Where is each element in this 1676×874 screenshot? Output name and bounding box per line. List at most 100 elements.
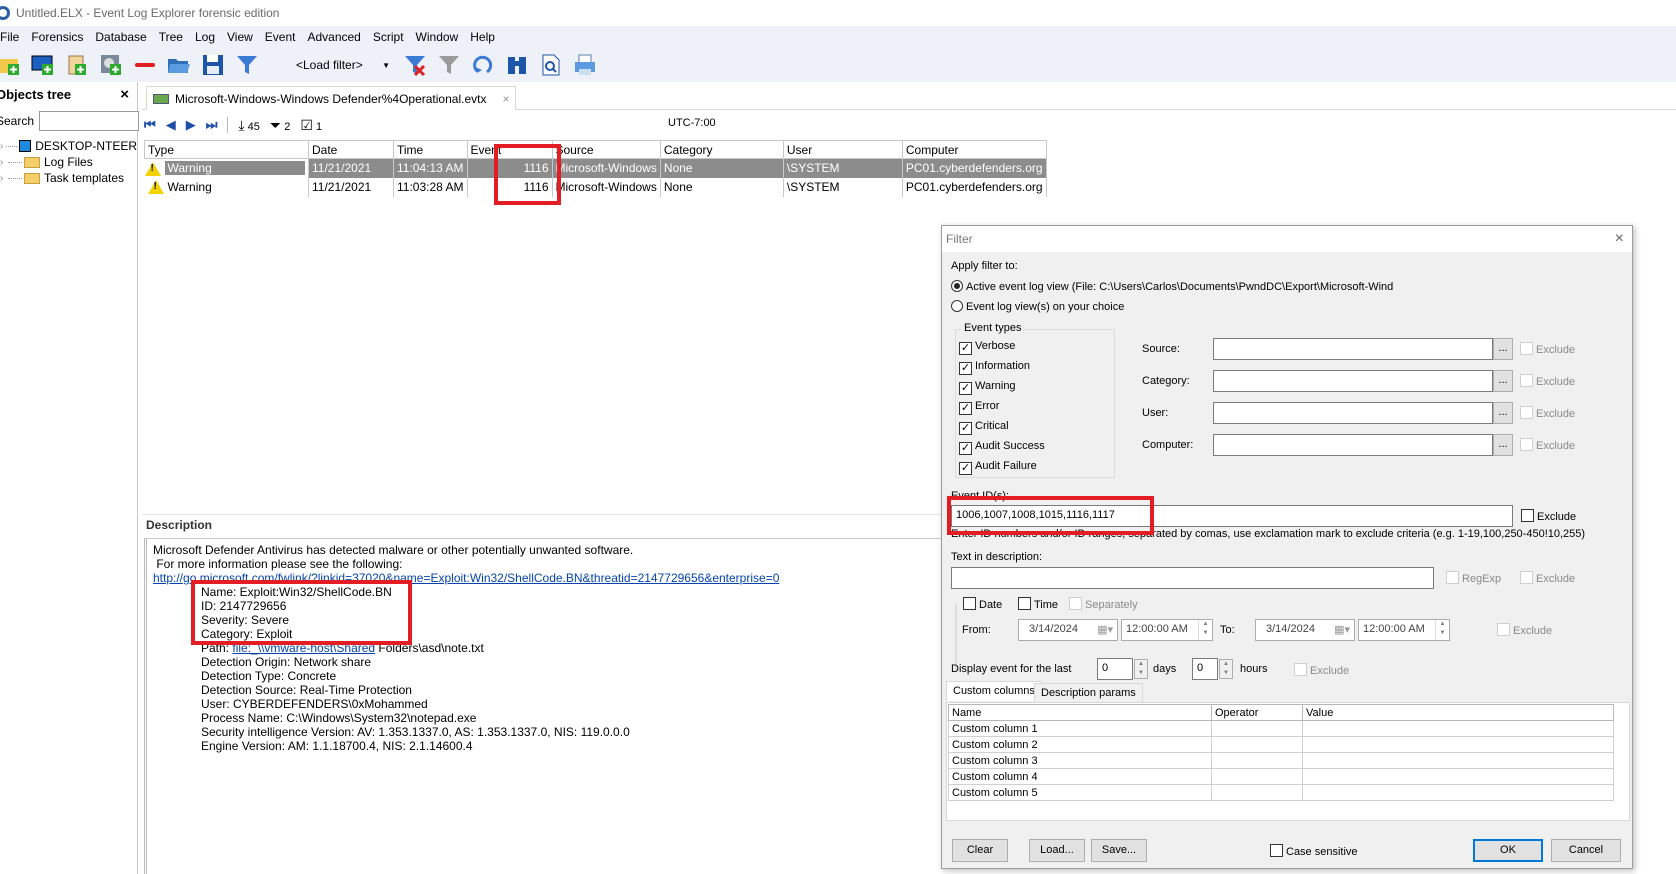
tree-search-input[interactable] xyxy=(39,111,140,131)
cancel-button[interactable]: Cancel xyxy=(1551,839,1621,862)
column-header-type[interactable]: Type xyxy=(144,140,309,159)
checkbox-audit-success[interactable]: ✓ Audit Success xyxy=(959,440,1045,455)
computer-browse-button[interactable]: ... xyxy=(1493,434,1513,456)
date-checkbox[interactable]: Date xyxy=(960,597,1006,611)
menu-window[interactable]: Window xyxy=(410,30,465,44)
save-button[interactable] xyxy=(198,51,228,79)
print-button[interactable] xyxy=(570,51,600,79)
menu-database[interactable]: Database xyxy=(89,30,152,44)
column-header-event[interactable]: Event xyxy=(466,140,553,159)
text-description-input[interactable] xyxy=(951,567,1434,589)
last-page-icon[interactable]: ⏭ xyxy=(206,117,218,133)
add-computer-button[interactable] xyxy=(28,51,58,79)
to-date-picker[interactable]: 3/14/2024 ▦▾ xyxy=(1255,619,1355,641)
source-exclude-checkbox[interactable]: Exclude xyxy=(1520,342,1575,356)
column-header-computer[interactable]: Computer xyxy=(901,140,1047,159)
ok-button[interactable]: OK xyxy=(1473,839,1543,862)
calendar-icon[interactable]: ▦▾ xyxy=(1334,623,1350,636)
checkbox-verbose[interactable]: ✓ Verbose xyxy=(959,340,1015,355)
clear-button[interactable]: Clear xyxy=(952,839,1008,862)
radio-button[interactable] xyxy=(951,300,963,312)
clear-filter-button[interactable] xyxy=(400,51,430,79)
computer-exclude-checkbox[interactable]: Exclude xyxy=(1520,438,1575,452)
table-row[interactable]: Warning 11/21/2021 11:03:28 AM 1116 Micr… xyxy=(144,177,1047,197)
column-header-time[interactable]: Time xyxy=(393,140,468,159)
filter-log-button[interactable] xyxy=(434,51,464,79)
days-input[interactable]: 0 ▲ ▼ xyxy=(1097,658,1148,680)
user-exclude-checkbox[interactable]: Exclude xyxy=(1520,406,1575,420)
refresh-button[interactable] xyxy=(468,51,498,79)
menu-event[interactable]: Event xyxy=(259,30,302,44)
tab-description-params[interactable]: Description params xyxy=(1034,683,1143,703)
first-page-icon[interactable]: ⏮ xyxy=(144,117,156,133)
case-sensitive-checkbox[interactable]: OKCase sensitive xyxy=(1270,844,1358,858)
hours-input[interactable]: 0 ▲ ▼ xyxy=(1192,658,1233,680)
radio-button[interactable] xyxy=(951,280,963,292)
load-filter-dropdown[interactable]: <Load filter> ▼ xyxy=(266,58,396,72)
user-input[interactable] xyxy=(1213,402,1493,424)
date-exclude-checkbox[interactable]: Exclude xyxy=(1497,623,1552,637)
spin-arrows-icon[interactable]: ▲ ▼ xyxy=(1134,659,1148,679)
close-icon[interactable]: × xyxy=(1615,230,1624,248)
category-browse-button[interactable]: ... xyxy=(1493,370,1513,392)
menu-tree[interactable]: Tree xyxy=(153,30,189,44)
table-row[interactable]: Custom column 5 xyxy=(948,784,1614,801)
checkbox-error[interactable]: ✓ Error xyxy=(959,400,999,415)
path-link[interactable]: file:_\\vmware-host\Shared xyxy=(232,641,375,655)
regexp-checkbox[interactable]: RegExp xyxy=(1446,571,1501,585)
menu-script[interactable]: Script xyxy=(367,30,410,44)
close-icon[interactable]: × xyxy=(120,86,129,103)
to-time-input[interactable]: 12:00:00 AM ▲ ▼ xyxy=(1358,619,1450,641)
menu-view[interactable]: View xyxy=(221,30,259,44)
checkbox-warning[interactable]: ✓ Warning xyxy=(959,380,1016,395)
source-browse-button[interactable]: ... xyxy=(1493,338,1513,360)
save-filter-button[interactable]: Save... xyxy=(1091,839,1147,862)
column-header-user[interactable]: User xyxy=(782,140,903,159)
days-exclude-checkbox[interactable]: Exclude xyxy=(1294,663,1349,677)
tree-item-computer[interactable]: › DESKTOP-NTEER xyxy=(0,138,137,154)
chevron-right-icon[interactable]: › xyxy=(0,173,8,184)
table-row[interactable]: Custom column 2 xyxy=(948,736,1614,753)
table-row[interactable]: Custom column 3 xyxy=(948,752,1614,769)
table-row[interactable]: Warning 11/21/2021 11:04:13 AM 1116 Micr… xyxy=(144,158,1047,178)
spin-arrows-icon[interactable]: ▲ ▼ xyxy=(1435,620,1449,640)
from-date-picker[interactable]: 3/14/2024 ▦▾ xyxy=(1018,619,1118,641)
category-exclude-checkbox[interactable]: Exclude xyxy=(1520,374,1575,388)
time-checkbox[interactable]: Time xyxy=(1015,597,1062,611)
load-button[interactable]: Load... xyxy=(1029,839,1085,862)
chevron-right-icon[interactable]: › xyxy=(0,157,8,168)
from-time-input[interactable]: 12:00:00 AM ▲ ▼ xyxy=(1121,619,1213,641)
checkbox-critical[interactable]: ✓ Critical xyxy=(959,420,1009,435)
menu-advanced[interactable]: Advanced xyxy=(301,30,366,44)
table-row[interactable]: Custom column 1 xyxy=(948,720,1614,737)
source-input[interactable] xyxy=(1213,338,1493,360)
column-header-value[interactable]: Value xyxy=(1302,704,1614,721)
column-header-operator[interactable]: Operator xyxy=(1211,704,1303,721)
calendar-icon[interactable]: ▦▾ xyxy=(1097,623,1113,636)
checkbox-audit-failure[interactable]: ✓ Audit Failure xyxy=(959,460,1037,475)
column-header-name[interactable]: Name xyxy=(948,704,1212,721)
spin-arrows-icon[interactable]: ▲ ▼ xyxy=(1219,659,1233,679)
column-header-category[interactable]: Category xyxy=(659,140,784,159)
spin-arrows-icon[interactable]: ▲ ▼ xyxy=(1198,620,1212,640)
previous-icon[interactable]: ◀ xyxy=(166,117,176,133)
radio-active-view[interactable]: Active event log view (File: C:\Users\Ca… xyxy=(951,280,1393,293)
open-button[interactable] xyxy=(164,51,194,79)
computer-input[interactable] xyxy=(1213,434,1493,456)
menu-forensics[interactable]: Forensics xyxy=(25,30,89,44)
menu-file[interactable]: File xyxy=(0,30,25,44)
radio-choice-views[interactable]: Event log view(s) on your choice xyxy=(951,300,1124,313)
find-button[interactable] xyxy=(502,51,532,79)
next-icon[interactable]: ▶ xyxy=(186,117,196,133)
menu-log[interactable]: Log xyxy=(189,30,221,44)
threat-info-link[interactable]: http://go.microsoft.com/fwlink/?linkid=3… xyxy=(153,571,779,585)
add-log-button[interactable] xyxy=(62,51,92,79)
filter-button[interactable] xyxy=(232,51,262,79)
close-tab-icon[interactable]: × xyxy=(502,92,509,106)
preview-button[interactable] xyxy=(536,51,566,79)
user-browse-button[interactable]: ... xyxy=(1493,402,1513,424)
event-ids-exclude-checkbox[interactable]: Exclude xyxy=(1521,509,1576,523)
column-header-date[interactable]: Date xyxy=(308,140,394,159)
menu-help[interactable]: Help xyxy=(464,30,501,44)
column-header-source[interactable]: Source xyxy=(551,140,661,159)
